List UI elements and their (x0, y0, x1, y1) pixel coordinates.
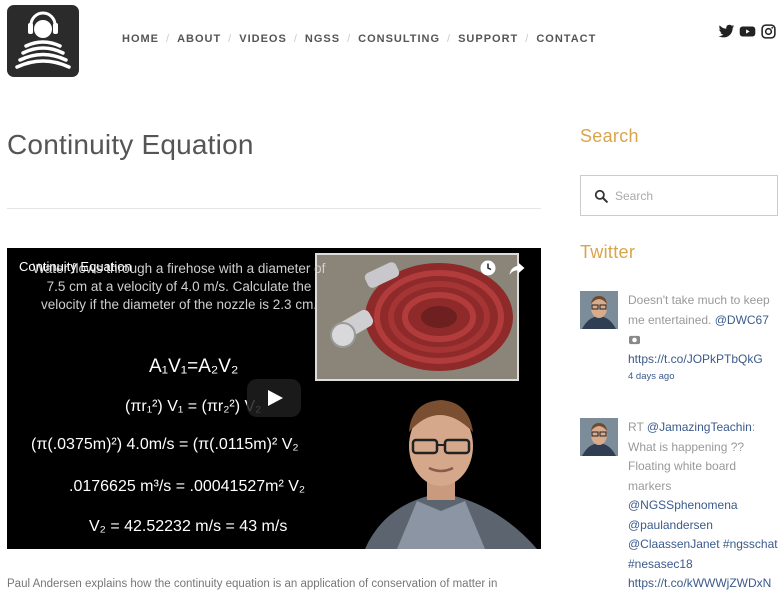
twitter-heading: Twitter (580, 242, 636, 262)
equation-line: A₁V₁=A₂V₂ (149, 356, 239, 377)
tweet-text: markers (628, 478, 672, 493)
equation-line: (πr₁²) V₁ = (πr₂²) V₂ (125, 398, 262, 415)
instagram-icon[interactable] (760, 23, 777, 40)
nav-about[interactable]: ABOUT (177, 33, 221, 45)
youtube-icon[interactable] (739, 23, 756, 40)
title-divider (7, 208, 541, 209)
search-box[interactable] (580, 175, 778, 216)
mention-link[interactable]: @paulandersen (628, 516, 780, 536)
page-title: Continuity Equation (7, 129, 254, 160)
hashtag-link[interactable]: #nesasec18 (628, 555, 780, 575)
mention-link[interactable]: @NGSSphenomena (628, 496, 780, 516)
nav-separator: / (228, 33, 233, 45)
tweet-timestamp[interactable]: 4 days ago (628, 369, 780, 385)
nav-separator: / (525, 33, 530, 45)
mention-link[interactable]: @DWC67 (715, 313, 769, 327)
nav-consulting[interactable]: CONSULTING (358, 33, 440, 45)
nav-separator: / (166, 33, 171, 45)
avatar[interactable] (580, 418, 618, 456)
equation-line: (π(.0375m)²) 4.0m/s = (π(.0115m)² V₂ (31, 436, 299, 453)
search-icon (594, 189, 608, 203)
nav-separator: / (293, 33, 298, 45)
site-logo[interactable] (7, 5, 79, 77)
video-description: Paul Andersen explains how the continuit… (7, 578, 498, 590)
search-input[interactable] (615, 185, 770, 207)
tweet-text: RT (628, 420, 647, 434)
hashtag-link[interactable]: #ngsschat (720, 537, 778, 551)
avatar[interactable] (580, 291, 618, 329)
tweet-text: Doesn't take much to keep (628, 293, 770, 307)
mention-link[interactable]: @ClaassenJanet (628, 537, 720, 551)
twitter-icon[interactable] (718, 23, 735, 40)
watch-later-icon[interactable] (479, 259, 497, 277)
mention-link[interactable]: @JamazingTeachin (647, 420, 752, 434)
emoji-icon (628, 330, 780, 350)
nav-ngss[interactable]: NGSS (305, 33, 340, 45)
equation-line: .0176625 m³/s = .00041527m² V₂ (69, 478, 306, 495)
tweet-text: Floating white board (628, 459, 737, 473)
nav-separator: / (447, 33, 452, 45)
tweet-text: What is happening ?? (628, 439, 745, 454)
tweet-text: : (751, 420, 756, 434)
tweet-url[interactable]: https://t.co/kWWWjZWDxN (628, 574, 780, 594)
nav-separator: / (347, 33, 352, 45)
nav-home[interactable]: HOME (122, 33, 159, 45)
share-icon[interactable] (508, 259, 526, 277)
search-heading: Search (580, 126, 639, 146)
play-button[interactable] (247, 379, 301, 417)
main-nav: HOME / ABOUT / VIDEOS / NGSS / CONSULTIN… (122, 33, 596, 45)
nav-support[interactable]: SUPPORT (458, 33, 518, 45)
social-links (718, 23, 777, 40)
tweet-text: me entertained. (628, 312, 715, 327)
nav-videos[interactable]: VIDEOS (239, 33, 287, 45)
nav-contact[interactable]: CONTACT (536, 33, 596, 45)
equation-line: V₂ = 42.52232 m/s = 43 m/s (89, 518, 288, 535)
video-player[interactable]: Continuity Equation Water flows through … (7, 248, 541, 549)
presenter-image (357, 388, 541, 549)
tweet-url[interactable]: https://t.co/JOPkPTbQkG (628, 350, 780, 370)
video-title[interactable]: Continuity Equation (19, 259, 132, 274)
